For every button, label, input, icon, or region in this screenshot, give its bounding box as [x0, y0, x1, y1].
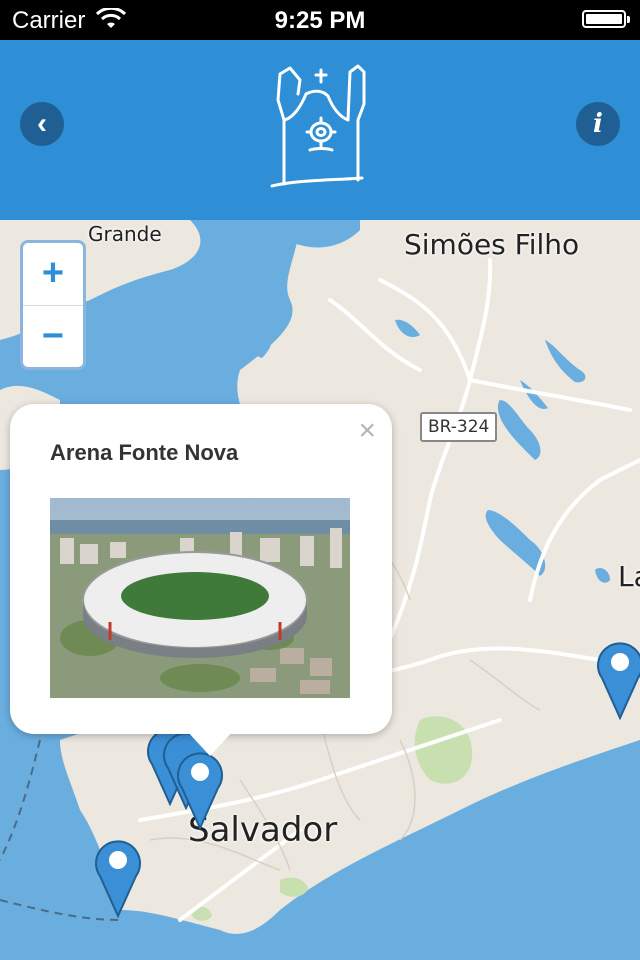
map-pin-selected-icon[interactable] [176, 750, 224, 830]
app-header: ‹ i [0, 40, 640, 220]
stadium-photo[interactable] [50, 498, 350, 698]
popup-pointer [186, 730, 234, 756]
battery-icon [582, 10, 630, 28]
map-view[interactable]: Grande Simões Filho Salvador La BR-324 +… [0, 220, 640, 960]
clock: 9:25 PM [274, 7, 366, 34]
map-pin-icon[interactable] [596, 640, 640, 720]
map-label-simoes-filho: Simões Filho [404, 228, 580, 261]
info-button[interactable]: i [576, 102, 620, 146]
church-logo-icon [270, 64, 366, 188]
map-label-la: La [618, 560, 640, 593]
popup-title: Arena Fonte Nova [50, 440, 239, 465]
map-label-grande: Grande [88, 222, 162, 246]
status-bar: Carrier 9:25 PM [0, 0, 640, 40]
road-shield-br-324: BR-324 [420, 412, 498, 442]
map-pin-icon[interactable] [94, 838, 142, 918]
chevron-left-icon: ‹ [37, 107, 47, 140]
back-button[interactable]: ‹ [20, 102, 64, 146]
info-icon: i [593, 109, 603, 139]
zoom-out-button[interactable]: − [23, 305, 83, 368]
zoom-in-button[interactable]: + [23, 243, 83, 305]
close-icon[interactable]: × [358, 414, 376, 448]
place-popup: × Arena Fonte Nova [10, 404, 392, 756]
zoom-control: + − [20, 240, 86, 370]
